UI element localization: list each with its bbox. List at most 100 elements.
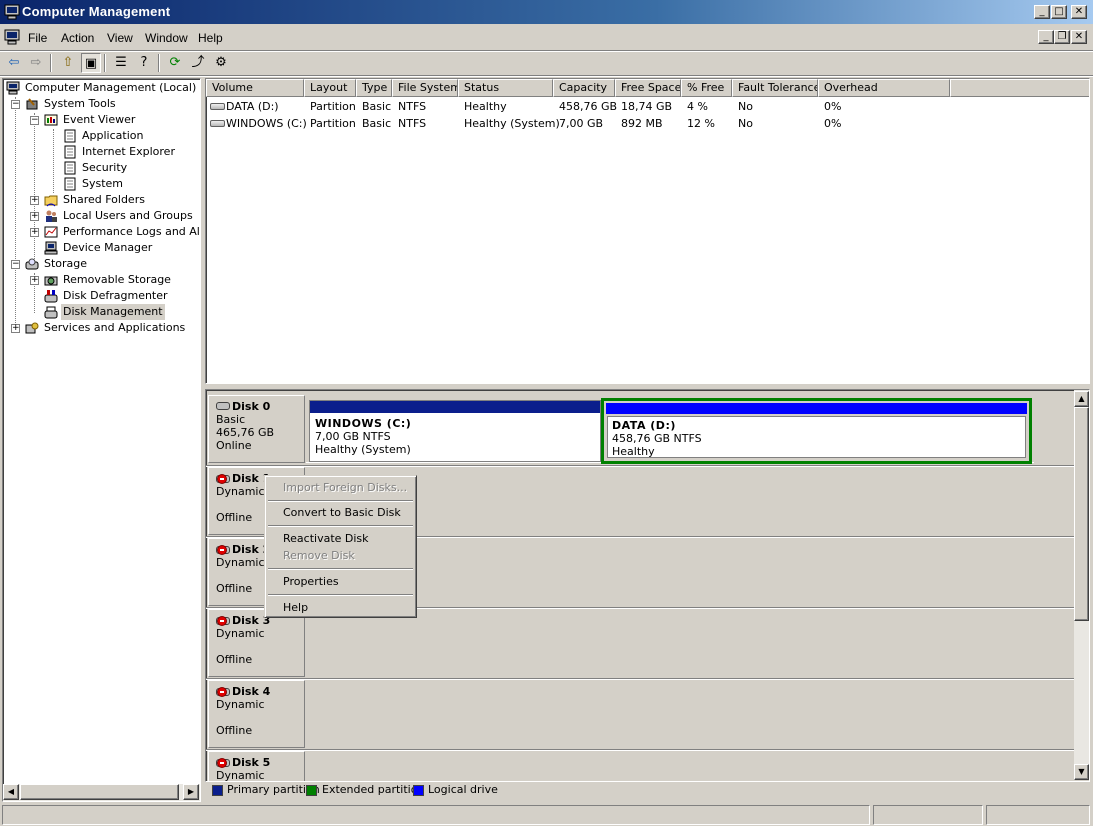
column-header-overhead[interactable]: Overhead (818, 79, 950, 97)
device-manager-icon (44, 241, 58, 255)
maximize-button[interactable]: □ (1051, 5, 1067, 19)
tree-label: Shared Folders (63, 193, 145, 206)
cell-volume: WINDOWS (C:) (226, 117, 307, 130)
tree-item-local-users[interactable]: + Local Users and Groups (3, 208, 200, 224)
menu-view[interactable]: View (107, 31, 133, 45)
settings-icon[interactable]: ⚙ (211, 53, 231, 73)
menu-item-help[interactable]: Help (283, 601, 308, 614)
tree-item-system-tools[interactable]: − System Tools (3, 96, 200, 112)
tree-label: Device Manager (63, 241, 153, 254)
tree-item-application[interactable]: Application (3, 128, 200, 144)
scroll-thumb[interactable] (20, 784, 179, 800)
tree-label: Local Users and Groups (63, 209, 193, 222)
menu-item-reactivate-disk[interactable]: Reactivate Disk (283, 532, 369, 545)
column-header-capacity[interactable]: Capacity (553, 79, 615, 97)
removable-storage-icon (44, 273, 58, 287)
toolbar-divider (158, 54, 160, 72)
forward-icon[interactable]: ⇨ (26, 53, 46, 73)
column-header-fault-tolerance[interactable]: Fault Tolerance (732, 79, 818, 97)
expand-icon[interactable]: + (30, 212, 39, 221)
menu-item-import-foreign-disks[interactable]: Import Foreign Disks... (283, 481, 407, 494)
table-row[interactable]: WINDOWS (C:) Partition Basic NTFS Health… (206, 115, 1089, 132)
tree-item-device-manager[interactable]: Device Manager (3, 240, 200, 256)
title-bar[interactable]: Computer Management _ □ ✕ (0, 0, 1093, 24)
disk-3-label[interactable]: Disk 3 Dynamic Offline (208, 609, 305, 677)
legend-logical: Logical drive (428, 783, 498, 796)
scroll-thumb[interactable] (1074, 407, 1089, 621)
offline-disk-icon (216, 545, 230, 555)
tree-item-shared-folders[interactable]: + Shared Folders (3, 192, 200, 208)
column-header-file-system[interactable]: File System (392, 79, 458, 97)
status-panel-2 (873, 805, 983, 825)
toolbar: ⇦ ⇨ ⇧ ▣ ☰ ? ⟳ ⤴ ⚙ (0, 51, 1093, 75)
disk-5-label[interactable]: Disk 5 Dynamic (208, 751, 305, 781)
menu-action[interactable]: Action (61, 31, 94, 45)
column-header-percent-free[interactable]: % Free (681, 79, 732, 97)
tree-item-performance-logs[interactable]: + Performance Logs and Alerts (3, 224, 200, 240)
show-hide-tree-icon[interactable]: ▣ (81, 53, 101, 73)
tree-item-removable-storage[interactable]: + Removable Storage (3, 272, 200, 288)
volume-list[interactable]: Volume Layout Type File System Status Ca… (205, 78, 1090, 384)
collapse-icon[interactable]: − (11, 260, 20, 269)
menu-item-remove-disk[interactable]: Remove Disk (283, 549, 355, 562)
menu-help[interactable]: Help (198, 31, 223, 45)
logical-drive-swatch (413, 785, 424, 796)
inner-minimize-button[interactable]: _ (1038, 30, 1054, 44)
partition-data-d[interactable]: DATA (D:) 458,76 GB NTFS Healthy (601, 398, 1032, 464)
back-icon[interactable]: ⇦ (4, 53, 24, 73)
scroll-up-icon[interactable]: ▲ (1074, 391, 1089, 407)
tree-horizontal-scrollbar[interactable]: ◀ ▶ (3, 784, 200, 801)
menu-item-convert-to-basic-disk[interactable]: Convert to Basic Disk (283, 506, 401, 519)
menu-file[interactable]: File (28, 31, 47, 45)
tree-item-services-applications[interactable]: + Services and Applications (3, 320, 200, 336)
tree-item-internet-explorer[interactable]: Internet Explorer (3, 144, 200, 160)
column-header-layout[interactable]: Layout (304, 79, 356, 97)
expand-icon[interactable]: + (30, 276, 39, 285)
scroll-right-icon[interactable]: ▶ (183, 784, 199, 800)
tree-item-storage[interactable]: − Storage (3, 256, 200, 272)
expand-icon[interactable]: + (30, 228, 39, 237)
column-header-status[interactable]: Status (458, 79, 553, 97)
collapse-icon[interactable]: − (11, 100, 20, 109)
partition-windows-c[interactable]: WINDOWS (C:) 7,00 GB NTFS Healthy (Syste… (309, 400, 601, 462)
disk-0-label[interactable]: Disk 0 Basic 465,76 GB Online (208, 395, 305, 463)
minimize-button[interactable]: _ (1034, 5, 1050, 19)
tree-item-computer-management[interactable]: Computer Management (Local) (3, 80, 200, 96)
column-header-free-space[interactable]: Free Space (615, 79, 681, 97)
tree-item-security[interactable]: Security (3, 160, 200, 176)
tree-item-disk-defragmenter[interactable]: Disk Defragmenter (3, 288, 200, 304)
scroll-left-icon[interactable]: ◀ (3, 784, 19, 800)
legend-extended: Extended partition (322, 783, 425, 796)
offline-disk-icon (216, 687, 230, 697)
tree-item-event-viewer[interactable]: − Event Viewer (3, 112, 200, 128)
refresh-icon[interactable]: ⟳ (165, 53, 185, 73)
table-row[interactable]: DATA (D:) Partition Basic NTFS Healthy 4… (206, 98, 1089, 115)
close-button[interactable]: ✕ (1071, 5, 1087, 19)
expand-icon[interactable]: + (30, 196, 39, 205)
disk-status: Offline (216, 653, 253, 666)
system-tools-icon (25, 97, 39, 111)
cell-capacity: 7,00 GB (559, 117, 604, 130)
menu-item-properties[interactable]: Properties (283, 575, 339, 588)
tree-item-disk-management[interactable]: Disk Management (3, 304, 200, 320)
cell-file-system: NTFS (398, 117, 427, 130)
up-folder-icon[interactable]: ⇧ (58, 53, 78, 73)
disk-vertical-scrollbar[interactable]: ▲ ▼ (1074, 390, 1089, 780)
inner-close-button[interactable]: ✕ (1071, 30, 1087, 44)
scroll-down-icon[interactable]: ▼ (1074, 764, 1089, 780)
export-list-icon[interactable]: ⤴ (188, 53, 208, 73)
menu-window[interactable]: Window (145, 31, 188, 45)
collapse-icon[interactable]: − (30, 116, 39, 125)
console-tree[interactable]: Computer Management (Local) − System Too… (2, 78, 201, 802)
partition-size: 458,76 GB NTFS (612, 432, 702, 445)
mmc-menu-icon[interactable] (4, 29, 20, 45)
column-header-volume[interactable]: Volume (206, 79, 304, 97)
tree-item-system-log[interactable]: System (3, 176, 200, 192)
disk-4-label[interactable]: Disk 4 Dynamic Offline (208, 680, 305, 748)
cell-percent-free: 12 % (687, 117, 715, 130)
help-icon[interactable]: ? (134, 53, 154, 73)
properties-icon[interactable]: ☰ (111, 53, 131, 73)
column-header-type[interactable]: Type (356, 79, 392, 97)
expand-icon[interactable]: + (11, 324, 20, 333)
inner-restore-button[interactable]: ❐ (1054, 30, 1070, 44)
